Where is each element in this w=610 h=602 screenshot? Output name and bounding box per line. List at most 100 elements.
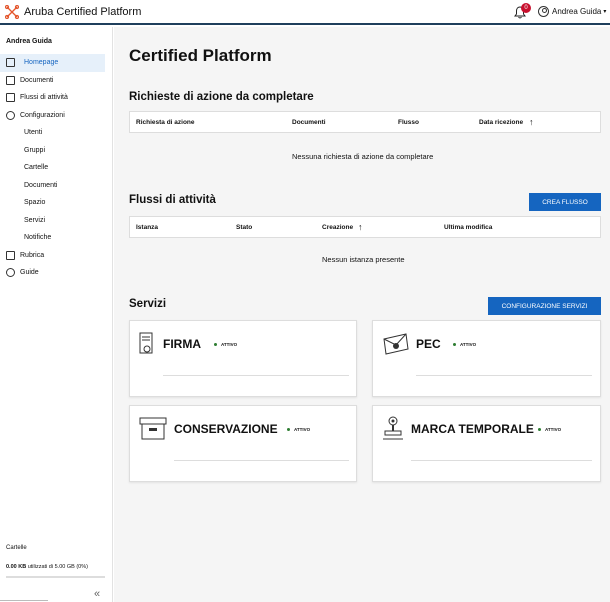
storage-section-title: Cartelle bbox=[6, 545, 27, 551]
folder-icon bbox=[6, 75, 15, 85]
column-header[interactable]: Istanza bbox=[136, 224, 158, 231]
column-header[interactable]: Richiesta di azione bbox=[136, 119, 195, 126]
card-divider bbox=[163, 375, 349, 376]
card-divider bbox=[416, 375, 592, 376]
sidebar-item-label: Gruppi bbox=[24, 146, 46, 154]
sidebar-item-notifiche[interactable]: Notifiche bbox=[0, 229, 113, 247]
sidebar-item-documenti-config[interactable]: Documenti bbox=[0, 177, 113, 195]
status-dot-icon bbox=[538, 428, 541, 431]
status-label: ATTIVO bbox=[294, 427, 311, 432]
sidebar-item-homepage[interactable]: Homepage bbox=[0, 54, 105, 72]
gear-icon bbox=[6, 110, 15, 120]
service-card-marca-temporale[interactable]: MARCA TEMPORALE ATTIVO bbox=[372, 405, 601, 482]
user-menu[interactable]: Andrea Guida ▾ bbox=[538, 6, 606, 17]
status-label: ATTIVO bbox=[460, 342, 477, 347]
sort-arrow-up-icon[interactable]: ↑ bbox=[358, 222, 363, 232]
sidebar-item-configurazioni[interactable]: Configurazioni bbox=[0, 107, 113, 125]
envelope-icon bbox=[383, 333, 409, 355]
user-name: Andrea Guida bbox=[552, 7, 602, 16]
storage-usage: 0.00 KB utilizzati di 5.00 GB (0%) bbox=[6, 564, 88, 570]
sidebar-item-label: Flussi di attività bbox=[20, 94, 68, 102]
column-header[interactable]: Data ricezione bbox=[479, 119, 523, 126]
status-dot-icon bbox=[287, 428, 290, 431]
sidebar-user-name: Andrea Guida bbox=[6, 38, 52, 45]
sidebar: Andrea Guida Homepage Documenti Flussi d… bbox=[0, 27, 113, 602]
card-divider bbox=[411, 460, 592, 461]
service-card-firma[interactable]: FIRMA ATTIVO bbox=[129, 320, 357, 397]
stamp-icon bbox=[383, 416, 403, 440]
status-dot-icon bbox=[214, 343, 217, 346]
storage-progress-bar bbox=[6, 576, 105, 578]
sidebar-item-gruppi[interactable]: Gruppi bbox=[0, 142, 113, 160]
service-name: CONSERVAZIONE bbox=[174, 422, 278, 436]
home-icon bbox=[6, 58, 15, 67]
status-badge: ATTIVO bbox=[538, 427, 561, 432]
archive-box-icon bbox=[139, 417, 167, 440]
page-title: Certified Platform bbox=[129, 46, 272, 65]
sidebar-item-label: Spazio bbox=[24, 199, 46, 207]
services-section-title: Servizi bbox=[129, 298, 167, 310]
service-name: MARCA TEMPORALE bbox=[411, 422, 534, 436]
sidebar-item-label: Rubrica bbox=[20, 251, 45, 259]
app-title: Aruba Certified Platform bbox=[24, 5, 142, 18]
sidebar-item-rubrica[interactable]: Rubrica bbox=[0, 247, 113, 265]
sidebar-divider bbox=[0, 600, 48, 601]
column-header[interactable]: Ultima modifica bbox=[444, 224, 492, 231]
service-card-conservazione[interactable]: CONSERVAZIONE ATTIVO bbox=[129, 405, 357, 482]
sidebar-item-guide[interactable]: Guide bbox=[0, 264, 113, 282]
sidebar-item-label: Servizi bbox=[24, 216, 46, 224]
service-card-pec[interactable]: PEC ATTIVO bbox=[372, 320, 601, 397]
top-bar: Aruba Certified Platform 0 Andrea Guida … bbox=[0, 0, 610, 25]
sidebar-item-label: Homepage bbox=[24, 59, 59, 67]
user-icon bbox=[538, 6, 549, 17]
sidebar-item-label: Documenti bbox=[24, 181, 58, 189]
sidebar-item-label: Notifiche bbox=[24, 234, 52, 242]
requests-empty-message: Nessuna richiesta di azione da completar… bbox=[292, 152, 434, 161]
create-flow-button[interactable]: CREA FLUSSO bbox=[529, 193, 601, 211]
flow-icon bbox=[6, 93, 15, 102]
aruba-logo-icon bbox=[5, 4, 19, 19]
help-icon bbox=[6, 268, 15, 277]
sidebar-item-label: Utenti bbox=[24, 129, 43, 137]
sidebar-nav: Homepage Documenti Flussi di attività Co… bbox=[0, 54, 113, 282]
sidebar-item-servizi[interactable]: Servizi bbox=[0, 212, 113, 230]
status-dot-icon bbox=[453, 343, 456, 346]
card-divider bbox=[174, 460, 349, 461]
chevron-down-icon: ▾ bbox=[603, 9, 607, 15]
sidebar-item-label: Configurazioni bbox=[20, 111, 65, 119]
service-name: PEC bbox=[416, 337, 441, 351]
sidebar-item-cartelle[interactable]: Cartelle bbox=[0, 159, 113, 177]
sort-arrow-up-icon[interactable]: ↑ bbox=[529, 117, 534, 127]
storage-used: 0.00 KB bbox=[6, 564, 27, 570]
notifications-button[interactable]: 0 bbox=[514, 3, 531, 20]
flows-table-header: Istanza Stato Creazione ↑ Ultima modific… bbox=[129, 216, 601, 238]
status-badge: ATTIVO bbox=[453, 342, 476, 347]
status-label: ATTIVO bbox=[545, 427, 562, 432]
address-book-icon bbox=[6, 250, 15, 260]
column-header[interactable]: Creazione bbox=[322, 224, 353, 231]
sidebar-item-utenti[interactable]: Utenti bbox=[0, 124, 113, 142]
flows-empty-message: Nessun istanza presente bbox=[322, 255, 405, 264]
main-content: Certified Platform Richieste di azione d… bbox=[114, 27, 610, 602]
configure-services-button[interactable]: CONFIGURAZIONE SERVIZI bbox=[488, 297, 601, 315]
sidebar-item-spazio[interactable]: Spazio bbox=[0, 194, 113, 212]
status-badge: ATTIVO bbox=[287, 427, 310, 432]
sidebar-item-flussi[interactable]: Flussi di attività bbox=[0, 89, 113, 107]
sidebar-item-label: Cartelle bbox=[24, 164, 49, 172]
notification-count-badge: 0 bbox=[521, 3, 531, 13]
signature-document-icon bbox=[139, 332, 153, 354]
service-name: FIRMA bbox=[163, 337, 201, 351]
sidebar-item-label: Guide bbox=[20, 269, 39, 277]
requests-table-header: Richiesta di azione Documenti Flusso Dat… bbox=[129, 111, 601, 133]
status-badge: ATTIVO bbox=[214, 342, 237, 347]
sidebar-item-label: Documenti bbox=[20, 76, 54, 84]
sidebar-item-documenti[interactable]: Documenti bbox=[0, 72, 113, 90]
column-header[interactable]: Flusso bbox=[398, 119, 419, 126]
status-label: ATTIVO bbox=[221, 342, 238, 347]
collapse-sidebar-icon[interactable]: « bbox=[94, 588, 100, 600]
column-header[interactable]: Stato bbox=[236, 224, 252, 231]
column-header[interactable]: Documenti bbox=[292, 119, 326, 126]
flows-section-title: Flussi di attività bbox=[129, 194, 216, 206]
requests-section-title: Richieste di azione da completare bbox=[129, 91, 314, 103]
storage-text: utilizzati di 5.00 GB (0%) bbox=[27, 564, 88, 570]
